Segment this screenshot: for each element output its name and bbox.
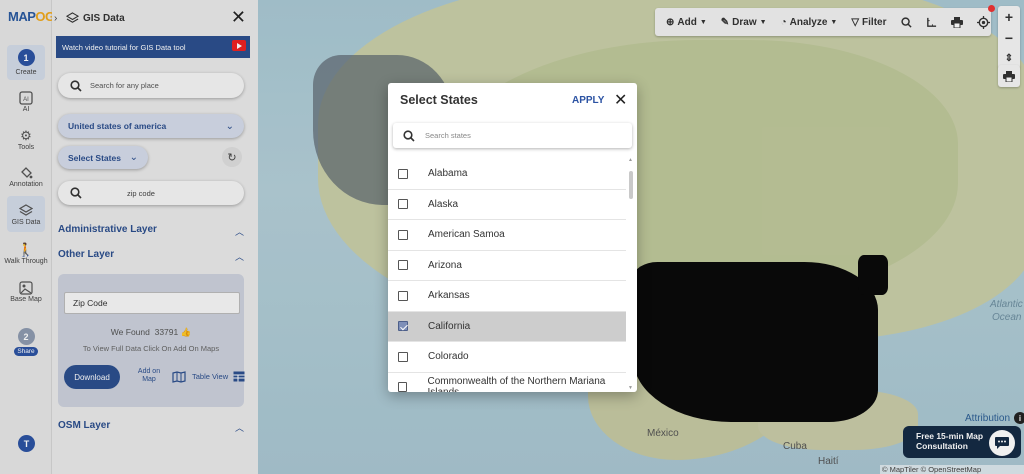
- state-name: Alabama: [428, 168, 468, 180]
- scrollbar-thumb[interactable]: [629, 171, 633, 199]
- state-list: Alabama Alaska American Samoa Arizona Arkans…: [388, 159, 626, 392]
- scroll-down-icon[interactable]: ▼: [628, 385, 633, 391]
- select-states-modal: Select States APPLY ✕ Search states Alab…: [388, 83, 637, 392]
- state-option[interactable]: Commonwealth of the Northern Mariana Isl…: [388, 373, 626, 392]
- state-option[interactable]: American Samoa: [388, 220, 626, 251]
- state-option[interactable]: Alabama: [388, 159, 626, 190]
- state-option[interactable]: Alaska: [388, 190, 626, 220]
- state-checkbox[interactable]: [398, 199, 408, 210]
- state-checkbox[interactable]: [398, 351, 408, 362]
- state-name: Arkansas: [428, 290, 470, 302]
- state-search-input[interactable]: Search states: [393, 123, 632, 148]
- state-checkbox[interactable]: [398, 229, 408, 240]
- state-name: Commonwealth of the Northern Mariana Isl…: [427, 376, 606, 392]
- state-name: Alaska: [428, 198, 459, 210]
- state-checkbox[interactable]: [398, 382, 408, 392]
- state-option[interactable]: California: [388, 311, 626, 342]
- scroll-up-icon[interactable]: ▲: [628, 157, 633, 163]
- state-option[interactable]: Arizona: [388, 251, 626, 281]
- search-icon: [403, 129, 415, 142]
- modal-title: Select States: [400, 93, 478, 107]
- state-name: California: [428, 320, 471, 332]
- apply-button[interactable]: APPLY: [572, 95, 604, 106]
- state-checkbox[interactable]: [398, 290, 408, 301]
- scrollbar[interactable]: ▲ ▼: [628, 157, 634, 391]
- state-name: Colorado: [428, 351, 469, 363]
- state-checkbox[interactable]: [398, 260, 408, 271]
- state-name: Arizona: [428, 259, 462, 271]
- state-option[interactable]: Arkansas: [388, 281, 626, 312]
- state-search-placeholder: Search states: [425, 131, 471, 140]
- state-checkbox[interactable]: [398, 168, 408, 179]
- state-name: American Samoa: [428, 229, 505, 241]
- close-icon[interactable]: ✕: [614, 90, 627, 110]
- state-option[interactable]: Colorado: [388, 342, 626, 373]
- state-checkbox[interactable]: [398, 321, 408, 332]
